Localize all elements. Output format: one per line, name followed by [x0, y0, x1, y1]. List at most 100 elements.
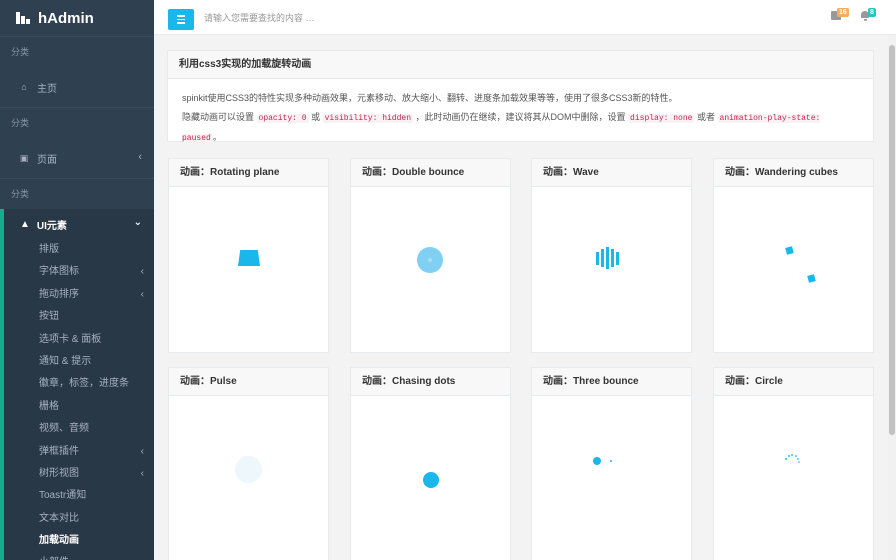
card-title: 动画：Rotating plane: [169, 159, 328, 187]
hint-text: 或者: [696, 112, 715, 122]
card-circle: 动画：Circle: [713, 367, 874, 560]
chevron-left-icon: ‹: [140, 467, 144, 479]
code-snippet: opacity: 0: [256, 114, 309, 123]
spinner-stage: [532, 396, 691, 560]
sidebar-subitem[interactable]: 文本对比: [4, 508, 154, 530]
spinner-stage: [532, 187, 691, 351]
wave-spinner: [596, 247, 619, 269]
sidebar-subitem-label: 视频、音频: [39, 423, 89, 435]
card-title: 动画：Pulse: [169, 368, 328, 396]
sidebar-subitem-label: 加载动画: [39, 535, 79, 547]
hint-text: 或: [311, 112, 321, 122]
chasing-dots-spinner: [423, 472, 439, 488]
search-input[interactable]: [204, 9, 504, 27]
card-title: 动画：Chasing dots: [351, 368, 510, 396]
sidebar-subitem[interactable]: 按钮: [4, 306, 154, 328]
sidebar-subitem[interactable]: Toastr通知: [4, 485, 154, 507]
intro-panel: 利用css3实现的加载旋转动画 spinkit使用CSS3的特性实现多种动画效果…: [167, 50, 874, 143]
sidebar-subitem-label: 排版: [39, 244, 59, 255]
chevron-left-icon: ‹: [140, 266, 144, 278]
sidebar-subitem-label: 弹框插件: [39, 445, 79, 457]
card-three-bounce: 动画：Three bounce: [531, 367, 692, 560]
code-snippet: display: none: [628, 114, 695, 123]
sidebar-item-label: 主页: [37, 83, 57, 95]
card-chasing-dots: 动画：Chasing dots: [350, 367, 511, 560]
nav-category: 分类: [11, 47, 30, 57]
sidebar-subitem[interactable]: 小部件: [4, 552, 154, 560]
card-pulse: 动画：Pulse: [168, 367, 329, 560]
sidebar-submenu: 排版字体图标 ‹ 拖动排序 ‹ 按钮选项卡 & 面板 通知 & 提示徽章，标签，进度条栅格…: [4, 239, 154, 560]
mail-count-badge: 16: [837, 8, 849, 17]
pulse-spinner: [235, 456, 262, 483]
home-icon: ⌂: [21, 82, 27, 92]
sidebar-subitem[interactable]: 通知 & 提示: [4, 351, 154, 373]
intro-hint: 隐藏动画可以设置 opacity: 0 或 visibility: hidden…: [182, 108, 859, 148]
card-title: 动画：Double bounce: [351, 159, 510, 187]
sidebar-subitem[interactable]: 树形视图 ‹: [4, 463, 154, 485]
spinner-stage: [169, 396, 328, 560]
card-title: 动画：Wandering cubes: [714, 159, 873, 187]
sidebar-group-ui: ▲ UI元素 ⌄ 排版字体图标 ‹ 拖动排序 ‹ 按钮选项卡 & 面板 通知 & 提示徽章…: [0, 209, 154, 560]
scrollbar-thumb[interactable]: [889, 45, 895, 435]
desktop-icon: ▣: [19, 152, 29, 163]
chevron-left-icon: ‹: [140, 445, 144, 457]
sidebar-subitem[interactable]: 排版: [4, 239, 154, 261]
panel-title: 利用css3实现的加载旋转动画: [168, 51, 873, 79]
sidebar-subitem[interactable]: 加载动画: [4, 530, 154, 552]
chevron-down-icon: ⌄: [133, 217, 142, 228]
sidebar-subitem-label: 徽章，标签，进度条: [39, 378, 129, 390]
flask-icon: ▲: [20, 218, 30, 230]
sidebar: hAdmin 分类 ⌂ 主页 分类 ▣ 页面 ‹ 分类 ▲ UI元素 ⌄ 排版字…: [0, 0, 154, 560]
sidebar-subitem-label: 按钮: [39, 311, 59, 323]
intro-text: spinkit使用CSS3的特性实现多种动画效果，元素移动、放大缩小、翻转、进度…: [182, 93, 678, 103]
spinner-stage: [714, 187, 873, 351]
spinner-stage: [169, 187, 328, 351]
card-title: 动画：Circle: [714, 368, 873, 396]
sidebar-subitem-label: 文本对比: [39, 512, 79, 524]
code-snippet: visibility: hidden: [322, 114, 414, 123]
double-bounce-spinner: [417, 247, 443, 273]
sidebar-subitem[interactable]: 徽章，标签，进度条: [4, 373, 154, 395]
sidebar-subitem[interactable]: 栅格: [4, 396, 154, 418]
sidebar-subitem[interactable]: 弹框插件 ‹: [4, 441, 154, 463]
circle-spinner: [784, 454, 800, 470]
card-wandering-cubes: 动画：Wandering cubes: [713, 158, 874, 353]
hint-text: 。: [212, 132, 222, 142]
sidebar-subitem-label: 字体图标: [39, 266, 79, 278]
sidebar-subitem[interactable]: 字体图标 ‹: [4, 261, 154, 283]
card-rotating-plane: 动画：Rotating plane: [168, 158, 329, 353]
sidebar-item-home[interactable]: ⌂ 主页: [0, 67, 154, 107]
card-title: 动画：Three bounce: [532, 368, 691, 396]
nav-category: 分类: [11, 118, 30, 128]
sidebar-item-label: 页面: [37, 154, 57, 166]
chart-logo-icon: [16, 12, 32, 24]
spinner-stage: [714, 396, 873, 560]
menu-toggle-button[interactable]: [168, 9, 194, 30]
card-wave: 动画：Wave: [531, 158, 692, 353]
sidebar-subitem[interactable]: 视频、音频: [4, 418, 154, 440]
rotating-plane-spinner: [238, 250, 260, 266]
bounce-dot: [610, 460, 612, 462]
spinner-stage: [351, 187, 510, 351]
brand[interactable]: hAdmin: [0, 0, 154, 36]
wandering-cube: [807, 274, 816, 283]
sidebar-item-ui[interactable]: ▲ UI元素 ⌄: [4, 209, 154, 239]
chevron-left-icon: ‹: [138, 151, 142, 163]
brand-name: hAdmin: [38, 9, 94, 27]
spinner-stage: [351, 396, 510, 560]
sidebar-subitem-label: Toastr通知: [39, 490, 87, 502]
sidebar-subitem[interactable]: 选项卡 & 面板: [4, 329, 154, 351]
card-title: 动画：Wave: [532, 159, 691, 187]
page-scrollbar[interactable]: [888, 35, 896, 560]
sidebar-item-pages[interactable]: ▣ 页面 ‹: [0, 138, 154, 178]
chevron-left-icon: ‹: [140, 288, 144, 300]
sidebar-item-label: UI元素: [36, 220, 67, 232]
hint-text: ，此时动画仍在继续，建议将其从DOM中删除，设置: [415, 112, 626, 122]
nav-category: 分类: [11, 189, 30, 199]
topbar: 16 8: [154, 0, 896, 35]
sidebar-subitem[interactable]: 拖动排序 ‹: [4, 284, 154, 306]
sidebar-subitem-label: 拖动排序: [39, 288, 79, 300]
sidebar-subitem-label: 通知 & 提示: [39, 355, 92, 367]
sidebar-subitem-label: 选项卡 & 面板: [39, 333, 102, 345]
wandering-cube: [785, 246, 794, 255]
